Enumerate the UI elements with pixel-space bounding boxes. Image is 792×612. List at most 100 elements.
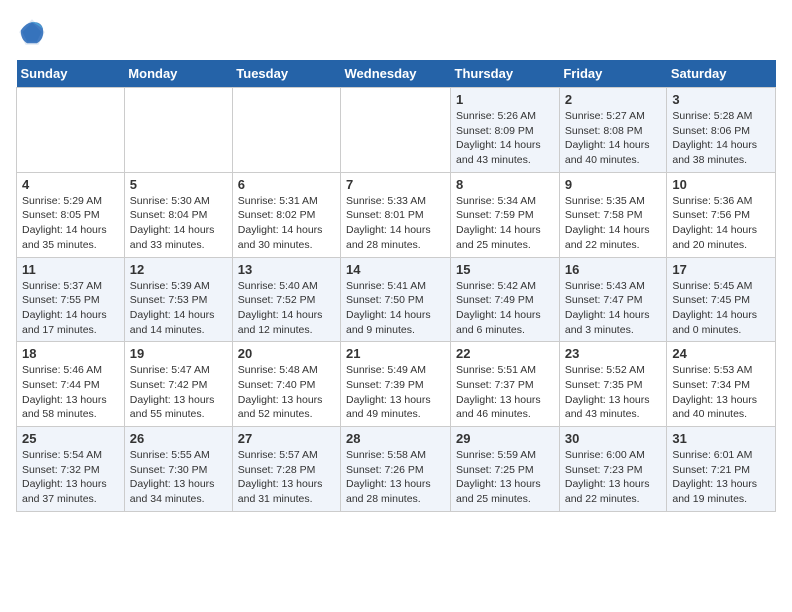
- day-number: 12: [130, 262, 227, 277]
- day-number: 3: [672, 92, 770, 107]
- day-cell: 27Sunrise: 5:57 AM Sunset: 7:28 PM Dayli…: [232, 427, 340, 512]
- day-cell: 6Sunrise: 5:31 AM Sunset: 8:02 PM Daylig…: [232, 172, 340, 257]
- logo: [16, 16, 52, 48]
- day-info: Sunrise: 5:49 AM Sunset: 7:39 PM Dayligh…: [346, 363, 445, 422]
- day-info: Sunrise: 5:51 AM Sunset: 7:37 PM Dayligh…: [456, 363, 554, 422]
- day-info: Sunrise: 5:30 AM Sunset: 8:04 PM Dayligh…: [130, 194, 227, 253]
- day-info: Sunrise: 5:59 AM Sunset: 7:25 PM Dayligh…: [456, 448, 554, 507]
- day-cell: 24 Sunrise: 5:53 AM Sunset: 7:34 PM Dayli…: [667, 342, 776, 427]
- day-number: 15: [456, 262, 554, 277]
- day-cell: 21 Sunrise: 5:49 AM Sunset: 7:39 PM Dayli…: [341, 342, 451, 427]
- day-info: Sunrise: 6:01 AM Sunset: 7:21 PM Dayligh…: [672, 448, 770, 507]
- day-cell: 25 Sunrise: 5:54 AM Sunset: 7:32 PM Dayli…: [17, 427, 125, 512]
- day-cell: 3 Sunrise: 5:28 AM Sunset: 8:06 PM Daylig…: [667, 88, 776, 173]
- page-header: [16, 16, 776, 48]
- day-number: 16: [565, 262, 662, 277]
- day-info: Sunrise: 5:42 AM Sunset: 7:49 PM Dayligh…: [456, 279, 554, 338]
- day-cell: [124, 88, 232, 173]
- generalblue-logo-icon: [16, 16, 48, 48]
- day-cell: 9 Sunrise: 5:35 AM Sunset: 7:58 PM Daylig…: [559, 172, 667, 257]
- day-number: 4: [22, 177, 119, 192]
- week-row-3: 11 Sunrise: 5:37 AM Sunset: 7:55 PM Dayli…: [17, 257, 776, 342]
- day-number: 22: [456, 346, 554, 361]
- col-header-wednesday: Wednesday: [341, 60, 451, 88]
- day-info: Sunrise: 5:39 AM Sunset: 7:53 PM Dayligh…: [130, 279, 227, 338]
- day-number: 19: [130, 346, 227, 361]
- day-info: Sunrise: 5:37 AM Sunset: 7:55 PM Dayligh…: [22, 279, 119, 338]
- day-info: Sunrise: 5:31 AM Sunset: 8:02 PM Dayligh…: [238, 194, 335, 253]
- day-cell: 12 Sunrise: 5:39 AM Sunset: 7:53 PM Dayli…: [124, 257, 232, 342]
- day-cell: [17, 88, 125, 173]
- col-header-friday: Friday: [559, 60, 667, 88]
- day-number: 29: [456, 431, 554, 446]
- day-number: 21: [346, 346, 445, 361]
- day-cell: 13Sunrise: 5:40 AM Sunset: 7:52 PM Dayli…: [232, 257, 340, 342]
- day-cell: 1 Sunrise: 5:26 AM Sunset: 8:09 PM Daylig…: [451, 88, 560, 173]
- day-info: Sunrise: 5:27 AM Sunset: 8:08 PM Dayligh…: [565, 109, 662, 168]
- day-number: 23: [565, 346, 662, 361]
- day-cell: 17 Sunrise: 5:45 AM Sunset: 7:45 PM Dayli…: [667, 257, 776, 342]
- day-info: Sunrise: 5:55 AM Sunset: 7:30 PM Dayligh…: [130, 448, 227, 507]
- day-cell: 29 Sunrise: 5:59 AM Sunset: 7:25 PM Dayli…: [451, 427, 560, 512]
- day-number: 1: [456, 92, 554, 107]
- week-row-4: 18 Sunrise: 5:46 AM Sunset: 7:44 PM Dayli…: [17, 342, 776, 427]
- day-cell: 30 Sunrise: 6:00 AM Sunset: 7:23 PM Dayli…: [559, 427, 667, 512]
- day-cell: 14 Sunrise: 5:41 AM Sunset: 7:50 PM Dayli…: [341, 257, 451, 342]
- day-number: 7: [346, 177, 445, 192]
- day-number: 5: [130, 177, 227, 192]
- day-number: 31: [672, 431, 770, 446]
- day-number: 26: [130, 431, 227, 446]
- week-row-1: 1 Sunrise: 5:26 AM Sunset: 8:09 PM Daylig…: [17, 88, 776, 173]
- day-info: Sunrise: 5:47 AM Sunset: 7:42 PM Dayligh…: [130, 363, 227, 422]
- day-info: Sunrise: 5:29 AM Sunset: 8:05 PM Dayligh…: [22, 194, 119, 253]
- day-cell: 2 Sunrise: 5:27 AM Sunset: 8:08 PM Daylig…: [559, 88, 667, 173]
- col-header-tuesday: Tuesday: [232, 60, 340, 88]
- day-cell: 26 Sunrise: 5:55 AM Sunset: 7:30 PM Dayli…: [124, 427, 232, 512]
- day-number: 30: [565, 431, 662, 446]
- day-info: Sunrise: 5:36 AM Sunset: 7:56 PM Dayligh…: [672, 194, 770, 253]
- day-number: 10: [672, 177, 770, 192]
- calendar-table: SundayMondayTuesdayWednesdayThursdayFrid…: [16, 60, 776, 512]
- day-info: Sunrise: 5:35 AM Sunset: 7:58 PM Dayligh…: [565, 194, 662, 253]
- week-row-2: 4 Sunrise: 5:29 AM Sunset: 8:05 PM Daylig…: [17, 172, 776, 257]
- day-cell: 20Sunrise: 5:48 AM Sunset: 7:40 PM Dayli…: [232, 342, 340, 427]
- day-number: 17: [672, 262, 770, 277]
- day-info: Sunrise: 6:00 AM Sunset: 7:23 PM Dayligh…: [565, 448, 662, 507]
- day-info: Sunrise: 5:41 AM Sunset: 7:50 PM Dayligh…: [346, 279, 445, 338]
- day-number: 25: [22, 431, 119, 446]
- day-number: 13: [238, 262, 335, 277]
- day-cell: 22 Sunrise: 5:51 AM Sunset: 7:37 PM Dayli…: [451, 342, 560, 427]
- day-number: 8: [456, 177, 554, 192]
- day-number: 18: [22, 346, 119, 361]
- day-cell: 4 Sunrise: 5:29 AM Sunset: 8:05 PM Daylig…: [17, 172, 125, 257]
- day-cell: 31 Sunrise: 6:01 AM Sunset: 7:21 PM Dayli…: [667, 427, 776, 512]
- day-cell: 5 Sunrise: 5:30 AM Sunset: 8:04 PM Daylig…: [124, 172, 232, 257]
- day-info: Sunrise: 5:26 AM Sunset: 8:09 PM Dayligh…: [456, 109, 554, 168]
- day-info: Sunrise: 5:46 AM Sunset: 7:44 PM Dayligh…: [22, 363, 119, 422]
- day-cell: 18 Sunrise: 5:46 AM Sunset: 7:44 PM Dayli…: [17, 342, 125, 427]
- header-row: SundayMondayTuesdayWednesdayThursdayFrid…: [17, 60, 776, 88]
- day-info: Sunrise: 5:53 AM Sunset: 7:34 PM Dayligh…: [672, 363, 770, 422]
- col-header-saturday: Saturday: [667, 60, 776, 88]
- day-cell: 7Sunrise: 5:33 AM Sunset: 8:01 PM Daylig…: [341, 172, 451, 257]
- day-cell: 10 Sunrise: 5:36 AM Sunset: 7:56 PM Dayli…: [667, 172, 776, 257]
- day-cell: 11 Sunrise: 5:37 AM Sunset: 7:55 PM Dayli…: [17, 257, 125, 342]
- day-number: 2: [565, 92, 662, 107]
- day-number: 11: [22, 262, 119, 277]
- col-header-thursday: Thursday: [451, 60, 560, 88]
- day-info: Sunrise: 5:45 AM Sunset: 7:45 PM Dayligh…: [672, 279, 770, 338]
- day-info: Sunrise: 5:52 AM Sunset: 7:35 PM Dayligh…: [565, 363, 662, 422]
- day-number: 28: [346, 431, 445, 446]
- day-info: Sunrise: 5:54 AM Sunset: 7:32 PM Dayligh…: [22, 448, 119, 507]
- day-cell: 23 Sunrise: 5:52 AM Sunset: 7:35 PM Dayli…: [559, 342, 667, 427]
- day-number: 9: [565, 177, 662, 192]
- day-number: 24: [672, 346, 770, 361]
- day-cell: 15 Sunrise: 5:42 AM Sunset: 7:49 PM Dayli…: [451, 257, 560, 342]
- day-info: Sunrise: 5:58 AM Sunset: 7:26 PM Dayligh…: [346, 448, 445, 507]
- day-info: Sunrise: 5:28 AM Sunset: 8:06 PM Dayligh…: [672, 109, 770, 168]
- day-number: 14: [346, 262, 445, 277]
- day-cell: 19 Sunrise: 5:47 AM Sunset: 7:42 PM Dayli…: [124, 342, 232, 427]
- col-header-monday: Monday: [124, 60, 232, 88]
- week-row-5: 25 Sunrise: 5:54 AM Sunset: 7:32 PM Dayli…: [17, 427, 776, 512]
- day-info: Sunrise: 5:57 AM Sunset: 7:28 PM Dayligh…: [238, 448, 335, 507]
